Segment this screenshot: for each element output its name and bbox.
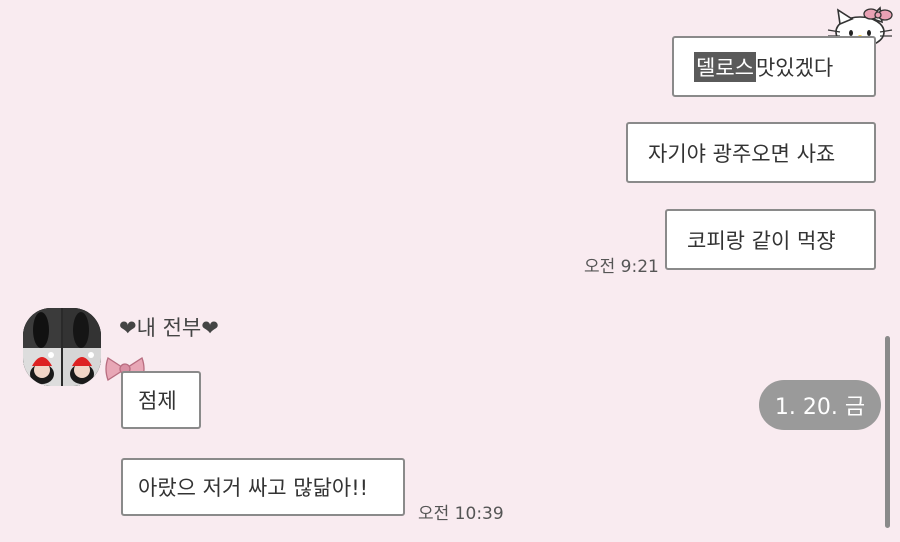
message-text: 코피랑 같이 먹쟝	[687, 228, 836, 253]
incoming-message-bubble[interactable]: 아랐으 저거 싸고 많닮아!!	[121, 458, 405, 516]
outgoing-message-bubble[interactable]: 자기야 광주오면 사죠	[626, 122, 876, 183]
message-text: 점제	[138, 389, 177, 413]
message-text: 아랐으 저거 싸고 많닮아!!	[138, 476, 369, 500]
message-text: 맛있겠다	[755, 55, 834, 80]
outgoing-message-bubble[interactable]: 델로스 맛있겠다	[672, 36, 876, 97]
profile-photo	[23, 308, 101, 386]
incoming-message-bubble[interactable]: 점제	[121, 371, 201, 429]
sender-avatar[interactable]	[23, 308, 101, 386]
message-text: 자기야 광주오면 사죠	[648, 141, 836, 166]
sender-name: ❤내 전부❤	[119, 316, 219, 340]
highlighted-word: 델로스	[694, 51, 756, 82]
message-timestamp: 오전 9:21	[584, 257, 659, 277]
scrollbar[interactable]	[885, 336, 890, 528]
message-timestamp: 오전 10:39	[418, 504, 504, 524]
date-indicator: 1. 20. 금	[759, 380, 881, 430]
outgoing-message-bubble[interactable]: 코피랑 같이 먹쟝	[665, 209, 876, 270]
